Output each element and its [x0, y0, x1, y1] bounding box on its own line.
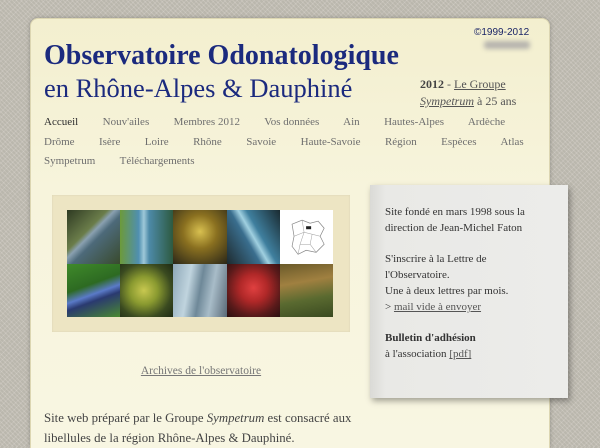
nav-item-vos-donnees[interactable]: Vos données: [264, 116, 319, 128]
nav-row-3: Sympetrum Téléchargements: [44, 152, 545, 172]
nav-item-loire[interactable]: Loire: [145, 136, 169, 148]
dragonfly-photo: [120, 263, 174, 317]
nav-item-rhone[interactable]: Rhône: [193, 136, 222, 148]
nav-item-especes[interactable]: Espèces: [441, 136, 476, 148]
dragonfly-photo: [279, 263, 333, 317]
newsletter-text: S'inscrire à la Lettre de: [385, 253, 487, 266]
anniversary-tail: à 25 ans: [474, 94, 517, 108]
intro-line-1: Site web préparé par le Groupe Sympetrum…: [44, 408, 351, 428]
nav-row-2: Drôme Isère Loire Rhône Savoie Haute-Sav…: [44, 133, 545, 153]
nav-item-sympetrum[interactable]: Sympetrum: [44, 155, 95, 167]
intro-line-2: libellules de la région Rhône-Alpes & Da…: [44, 431, 295, 445]
nav-item-telechargements[interactable]: Téléchargements: [120, 155, 195, 167]
intro-group-name: Sympetrum: [206, 411, 265, 425]
dragonfly-photo: [67, 210, 121, 264]
nav-row-1: Accueil Nouv'ailes Membres 2012 Vos donn…: [44, 113, 545, 133]
dragonfly-photo: [173, 210, 227, 264]
anniversary-year: 2012: [420, 77, 444, 91]
nav-item-ain[interactable]: Ain: [343, 116, 360, 128]
newsletter-mail-link[interactable]: mail vide à envoyer: [394, 301, 481, 313]
membership-title: Bulletin d'adhésion: [385, 331, 560, 347]
archive-link-container: Archives de l'observatoire: [52, 364, 350, 378]
nav-item-drome[interactable]: Drôme: [44, 136, 75, 148]
nav-item-accueil[interactable]: Accueil: [44, 116, 78, 128]
nav-item-membres-2012[interactable]: Membres 2012: [174, 116, 240, 128]
dragonfly-photo: [67, 263, 121, 317]
dragonfly-gallery[interactable]: [67, 210, 333, 317]
nav-item-region[interactable]: Région: [385, 136, 417, 148]
nav-item-savoie[interactable]: Savoie: [246, 136, 276, 148]
dragonfly-photo: [173, 263, 227, 317]
nav-item-nouvailes[interactable]: Nouv'ailes: [103, 116, 150, 128]
anniversary-line-2: Sympetrum à 25 ans: [420, 93, 516, 110]
newsletter-mail-line: > mail vide à envoyer: [385, 300, 560, 316]
nav-item-haute-savoie[interactable]: Haute-Savoie: [301, 136, 361, 148]
info-sidebar: Site fondé en mars 1998 sous la directio…: [370, 185, 568, 398]
membership-line: à l'association [pdf]: [385, 347, 560, 363]
anniversary-separator: -: [444, 77, 454, 91]
membership-title-text: Bulletin d'adhésion: [385, 332, 476, 345]
nav-item-hautes-alpes[interactable]: Hautes-Alpes: [384, 116, 444, 128]
le-groupe-link[interactable]: Le Groupe: [454, 77, 506, 91]
founded-text: Site fondé en mars 1998 sous la: [385, 206, 525, 218]
newsletter-text: Une à deux lettres par mois.: [385, 284, 509, 297]
newsletter-text: l'Observatoire.: [385, 269, 450, 282]
anniversary-line-1: 2012 - Le Groupe: [420, 76, 516, 93]
anniversary-notice: 2012 - Le Groupe Sympetrum à 25 ans: [420, 76, 516, 110]
founded-text: direction de Jean-Michel Faton: [385, 221, 523, 234]
site-title: Observatoire Odonatologique: [44, 40, 399, 71]
site-subtitle: en Rhône-Alpes & Dauphiné: [44, 73, 353, 103]
mail-prefix: >: [385, 300, 394, 313]
intro-paragraph: Site web préparé par le Groupe Sympetrum…: [44, 408, 351, 448]
sympetrum-link[interactable]: Sympetrum: [420, 94, 474, 108]
dragonfly-photo: [226, 210, 280, 264]
membership-text: à l'association: [385, 348, 450, 361]
region-map-image: [279, 210, 333, 264]
membership-pdf-link[interactable]: [pdf]: [449, 348, 471, 360]
region-map-outline: [291, 219, 325, 255]
nav-item-atlas[interactable]: Atlas: [500, 136, 523, 148]
main-navigation: Accueil Nouv'ailes Membres 2012 Vos donn…: [44, 113, 545, 172]
nav-item-isere[interactable]: Isère: [99, 136, 120, 148]
nav-item-ardeche[interactable]: Ardèche: [468, 116, 505, 128]
blurred-contact: [484, 41, 530, 49]
archives-link[interactable]: Archives de l'observatoire: [141, 365, 261, 377]
intro-text: est consacré aux: [264, 411, 352, 425]
dragonfly-photo: [226, 263, 280, 317]
intro-text: Site web préparé par le Groupe: [44, 411, 207, 425]
dragonfly-photo: [120, 210, 174, 264]
copyright-notice: ©1999-2012: [474, 27, 530, 38]
